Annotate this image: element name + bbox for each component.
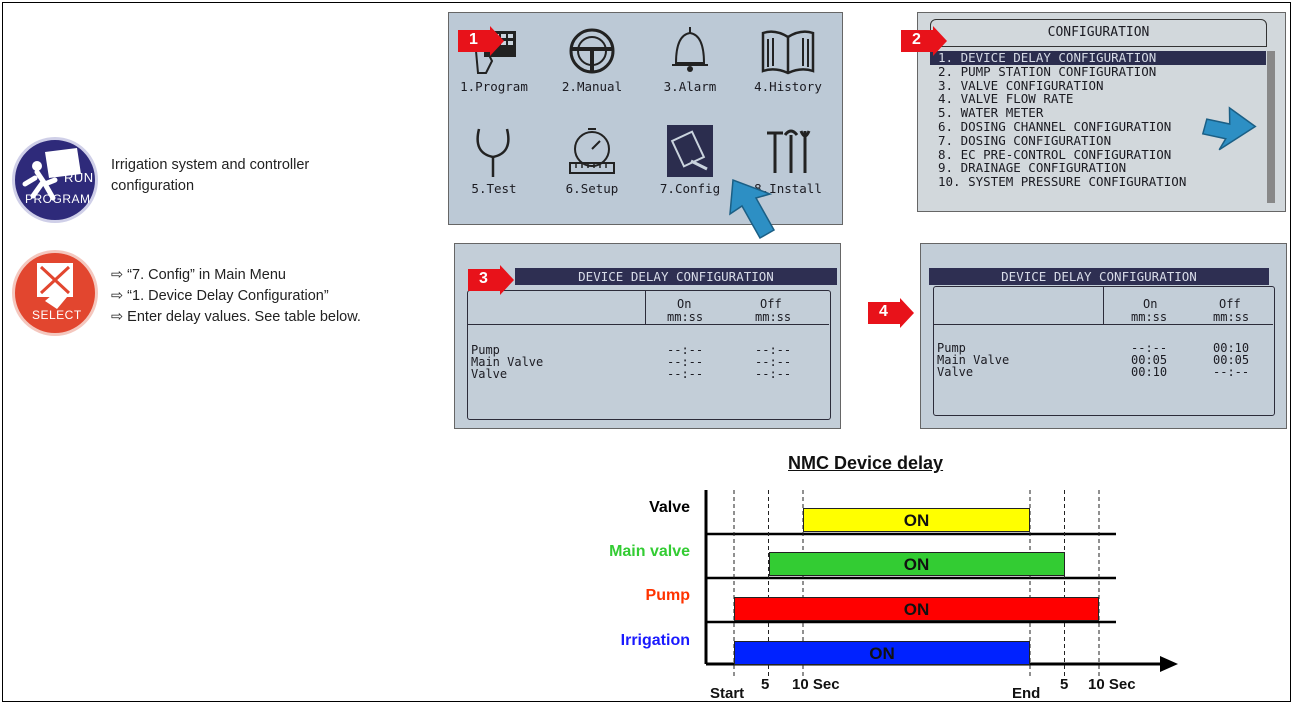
axis-tick-label: 5	[1060, 676, 1069, 693]
timing-diagram	[704, 490, 1178, 678]
on-bar-main-valve: ON	[768, 552, 1065, 576]
axis-tick-label: 10 Sec	[792, 676, 840, 693]
x-axis-arrowhead	[1160, 656, 1178, 672]
on-bar-pump: ON	[734, 597, 1099, 621]
on-bar-valve: ON	[803, 508, 1030, 532]
on-bar-irrigation: ON	[734, 641, 1030, 665]
axis-end: End	[1012, 685, 1041, 702]
axis-start: Start	[710, 685, 745, 702]
axis-tick-label: 5	[761, 676, 770, 693]
axis-tick-label: 10 Sec	[1088, 676, 1136, 693]
